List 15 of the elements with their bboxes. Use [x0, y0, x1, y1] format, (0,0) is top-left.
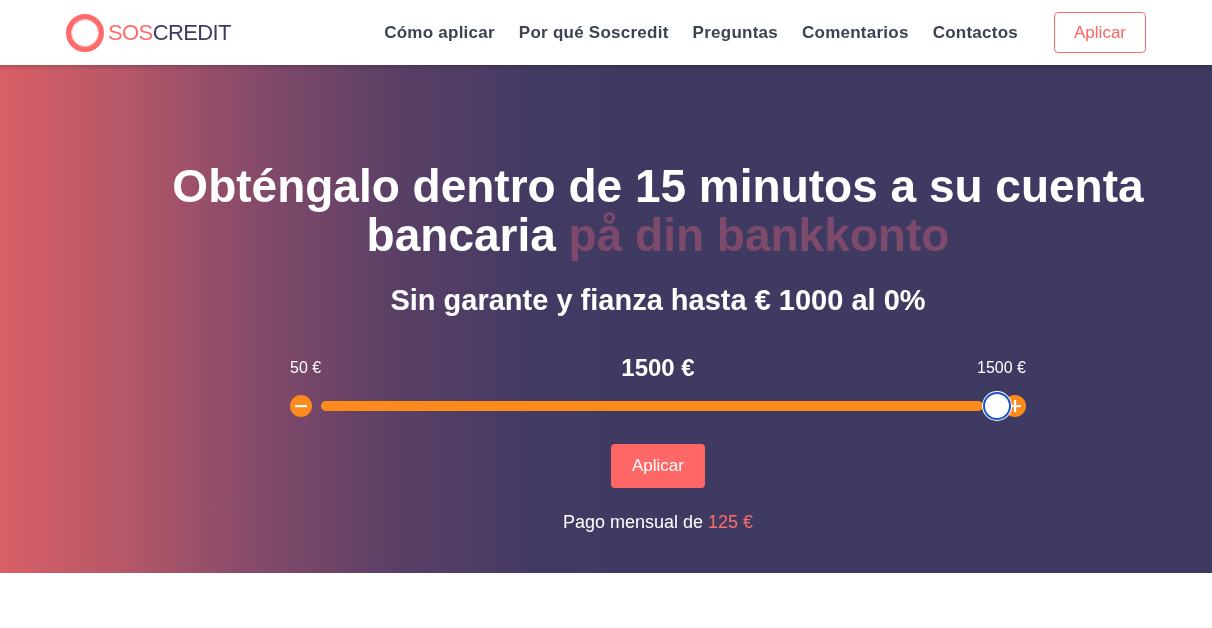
ring-logo-icon — [66, 13, 104, 52]
nav-link[interactable]: Comentarios — [802, 22, 909, 43]
amount-value: 1500 € — [621, 354, 695, 382]
nav-link[interactable]: Preguntas — [692, 22, 778, 43]
min-amount-label: 50 € — [290, 359, 322, 377]
minus-icon[interactable] — [290, 395, 312, 417]
nav-link[interactable]: Por qué Soscredit — [518, 22, 669, 43]
logo-text[interactable]: SOSCREDIT — [108, 19, 231, 46]
hero-subheading: Sin garante y fianza hasta € 1000 al 0% — [390, 283, 926, 317]
hero-heading: Obténgalo dentro de 15 minutos a su cuenta bancaria på din bankkonto — [171, 162, 1145, 260]
max-amount-label: 1500 € — [977, 359, 1026, 377]
monthly-payment-text: Pago mensual de 125 € — [562, 511, 754, 533]
slider-handle[interactable] — [983, 392, 1011, 420]
nav-link[interactable]: Cómo aplicar — [384, 22, 495, 43]
nav-link[interactable]: Contactos — [932, 22, 1019, 43]
